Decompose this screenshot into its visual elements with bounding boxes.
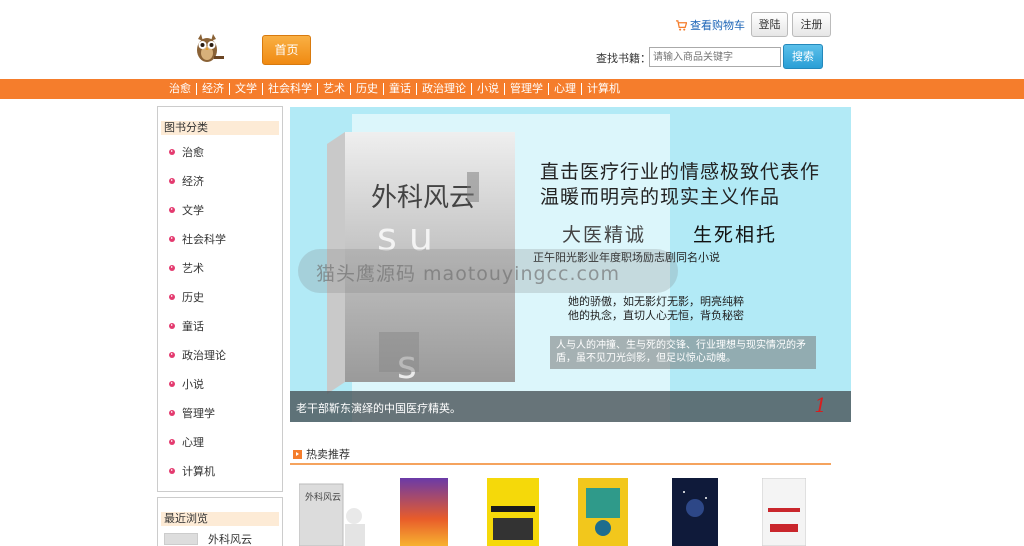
promo-banner[interactable]: 外科风云 s u s 直击医疗行业的情感极致代表作 温暖而明亮的现实主义作品 大… [290, 107, 851, 422]
home-button[interactable]: 首页 [262, 35, 311, 65]
nav-item[interactable]: 管理学 [504, 83, 548, 95]
category-nav-list: 治愈 经济 文学 社会科学 艺术 历史 童话 政治理论 小说 管理学 心理 计算… [162, 79, 625, 99]
book-cover-title: 外科风云 [371, 183, 475, 213]
register-button[interactable]: 注册 [792, 12, 831, 37]
bullet-arrow-icon [169, 467, 175, 474]
nav-item[interactable]: 童话 [383, 83, 416, 95]
bullet-arrow-icon [169, 438, 175, 445]
bullet-arrow-icon [169, 351, 175, 358]
category-list: 治愈 经济 文学 社会科学 艺术 历史 童话 政治理论 小说 管理学 心理 计算… [158, 137, 282, 485]
category-item[interactable]: 文学 [158, 195, 282, 224]
header: 首页 查看购物车 登陆 注册 查找书籍： 搜索 [0, 0, 1024, 79]
hot-section-title: 热卖推荐 [293, 446, 350, 462]
hot-section-label: 热卖推荐 [306, 448, 350, 461]
banner-headline: 温暖而明亮的现实主义作品 [540, 186, 781, 208]
nav-item[interactable]: 经济 [196, 83, 229, 95]
owl-logo-icon[interactable] [190, 30, 226, 64]
recent-item[interactable]: 外科风云 [158, 531, 282, 546]
arrow-box-icon [293, 449, 302, 459]
bullet-arrow-icon [169, 148, 175, 155]
search-label: 查找书籍： [596, 52, 651, 65]
category-item[interactable]: 童话 [158, 311, 282, 340]
category-label: 管理学 [182, 406, 215, 420]
nav-item[interactable]: 心理 [548, 83, 581, 95]
book-cover-thumbnail[interactable] [762, 478, 806, 546]
cart-label: 查看购物车 [690, 19, 745, 32]
login-button[interactable]: 登陆 [751, 12, 788, 37]
category-label: 艺术 [182, 261, 204, 275]
view-cart-link[interactable]: 查看购物车 [676, 17, 745, 33]
banner-caption: 老干部靳东演绎的中国医疗精英。 [296, 402, 461, 415]
category-label: 计算机 [182, 464, 215, 478]
category-label: 文学 [182, 203, 204, 217]
category-item[interactable]: 管理学 [158, 398, 282, 427]
category-item[interactable]: 经济 [158, 166, 282, 195]
category-label: 政治理论 [182, 348, 226, 362]
category-label: 小说 [182, 377, 204, 391]
bullet-arrow-icon [169, 206, 175, 213]
section-divider [290, 463, 831, 465]
category-item[interactable]: 艺术 [158, 253, 282, 282]
book-cover-thumbnail[interactable] [578, 478, 628, 546]
bullet-arrow-icon [169, 293, 175, 300]
cart-icon [676, 19, 687, 31]
banner-slogan: 生死相托 [693, 224, 778, 246]
nav-item[interactable]: 文学 [229, 83, 262, 95]
book-category-panel: 图书分类 治愈 经济 文学 社会科学 艺术 历史 童话 政治理论 小说 管理学 … [157, 106, 283, 492]
banner-caption-bar: 老干部靳东演绎的中国医疗精英。 1 [290, 391, 851, 422]
bullet-arrow-icon [169, 235, 175, 242]
nav-item[interactable]: 计算机 [581, 83, 625, 95]
category-label: 心理 [182, 435, 204, 449]
category-item[interactable]: 社会科学 [158, 224, 282, 253]
category-label: 治愈 [182, 145, 204, 159]
category-panel-title: 图书分类 [161, 121, 279, 135]
bullet-arrow-icon [169, 409, 175, 416]
nav-item[interactable]: 历史 [350, 83, 383, 95]
book-cover-thumbnail[interactable]: 外科风云 [299, 478, 369, 546]
book-thumbnail [164, 533, 198, 545]
category-item[interactable]: 小说 [158, 369, 282, 398]
bullet-arrow-icon [169, 380, 175, 387]
bullet-arrow-icon [169, 177, 175, 184]
category-label: 经济 [182, 174, 204, 188]
book-cover-thumbnail[interactable] [400, 478, 448, 546]
book-cover-thumbnail[interactable] [672, 478, 718, 546]
nav-item[interactable]: 社会科学 [262, 83, 317, 95]
banner-verse: 他的执念，直切人心无恒，背负秘密 [568, 309, 744, 322]
category-nav-bar: 治愈 经济 文学 社会科学 艺术 历史 童话 政治理论 小说 管理学 心理 计算… [0, 79, 1024, 99]
bullet-arrow-icon [169, 264, 175, 271]
nav-item[interactable]: 小说 [471, 83, 504, 95]
category-label: 童话 [182, 319, 204, 333]
nav-item[interactable]: 艺术 [317, 83, 350, 95]
category-item[interactable]: 计算机 [158, 456, 282, 485]
recent-item-title: 外科风云 [208, 533, 252, 546]
nav-item[interactable]: 政治理论 [416, 83, 471, 95]
recent-panel-title: 最近浏览 [161, 512, 279, 526]
category-item[interactable]: 治愈 [158, 137, 282, 166]
search-input[interactable] [649, 47, 781, 67]
nav-item[interactable]: 治愈 [162, 83, 196, 95]
category-label: 历史 [182, 290, 204, 304]
slide-indicator[interactable]: 1 [814, 393, 827, 417]
banner-headline: 直击医疗行业的情感极致代表作 [540, 161, 821, 183]
recently-viewed-panel: 最近浏览 外科风云 [157, 497, 283, 546]
banner-quote: 人与人的冲撞、生与死的交锋、行业理想与现实情况的矛盾，虽不见刀光剑影，但足以惊心… [550, 336, 816, 369]
search-button[interactable]: 搜索 [783, 44, 823, 69]
cover-title-text: 外科风云 [305, 491, 341, 503]
watermark-text: 猫头鹰源码 maotouyingcc.com [316, 263, 621, 285]
banner-slogan: 大医精诚 [562, 224, 647, 246]
bullet-arrow-icon [169, 322, 175, 329]
category-item[interactable]: 心理 [158, 427, 282, 456]
category-item[interactable]: 历史 [158, 282, 282, 311]
category-item[interactable]: 政治理论 [158, 340, 282, 369]
category-label: 社会科学 [182, 232, 226, 246]
book-cover-thumbnail[interactable] [487, 478, 539, 546]
